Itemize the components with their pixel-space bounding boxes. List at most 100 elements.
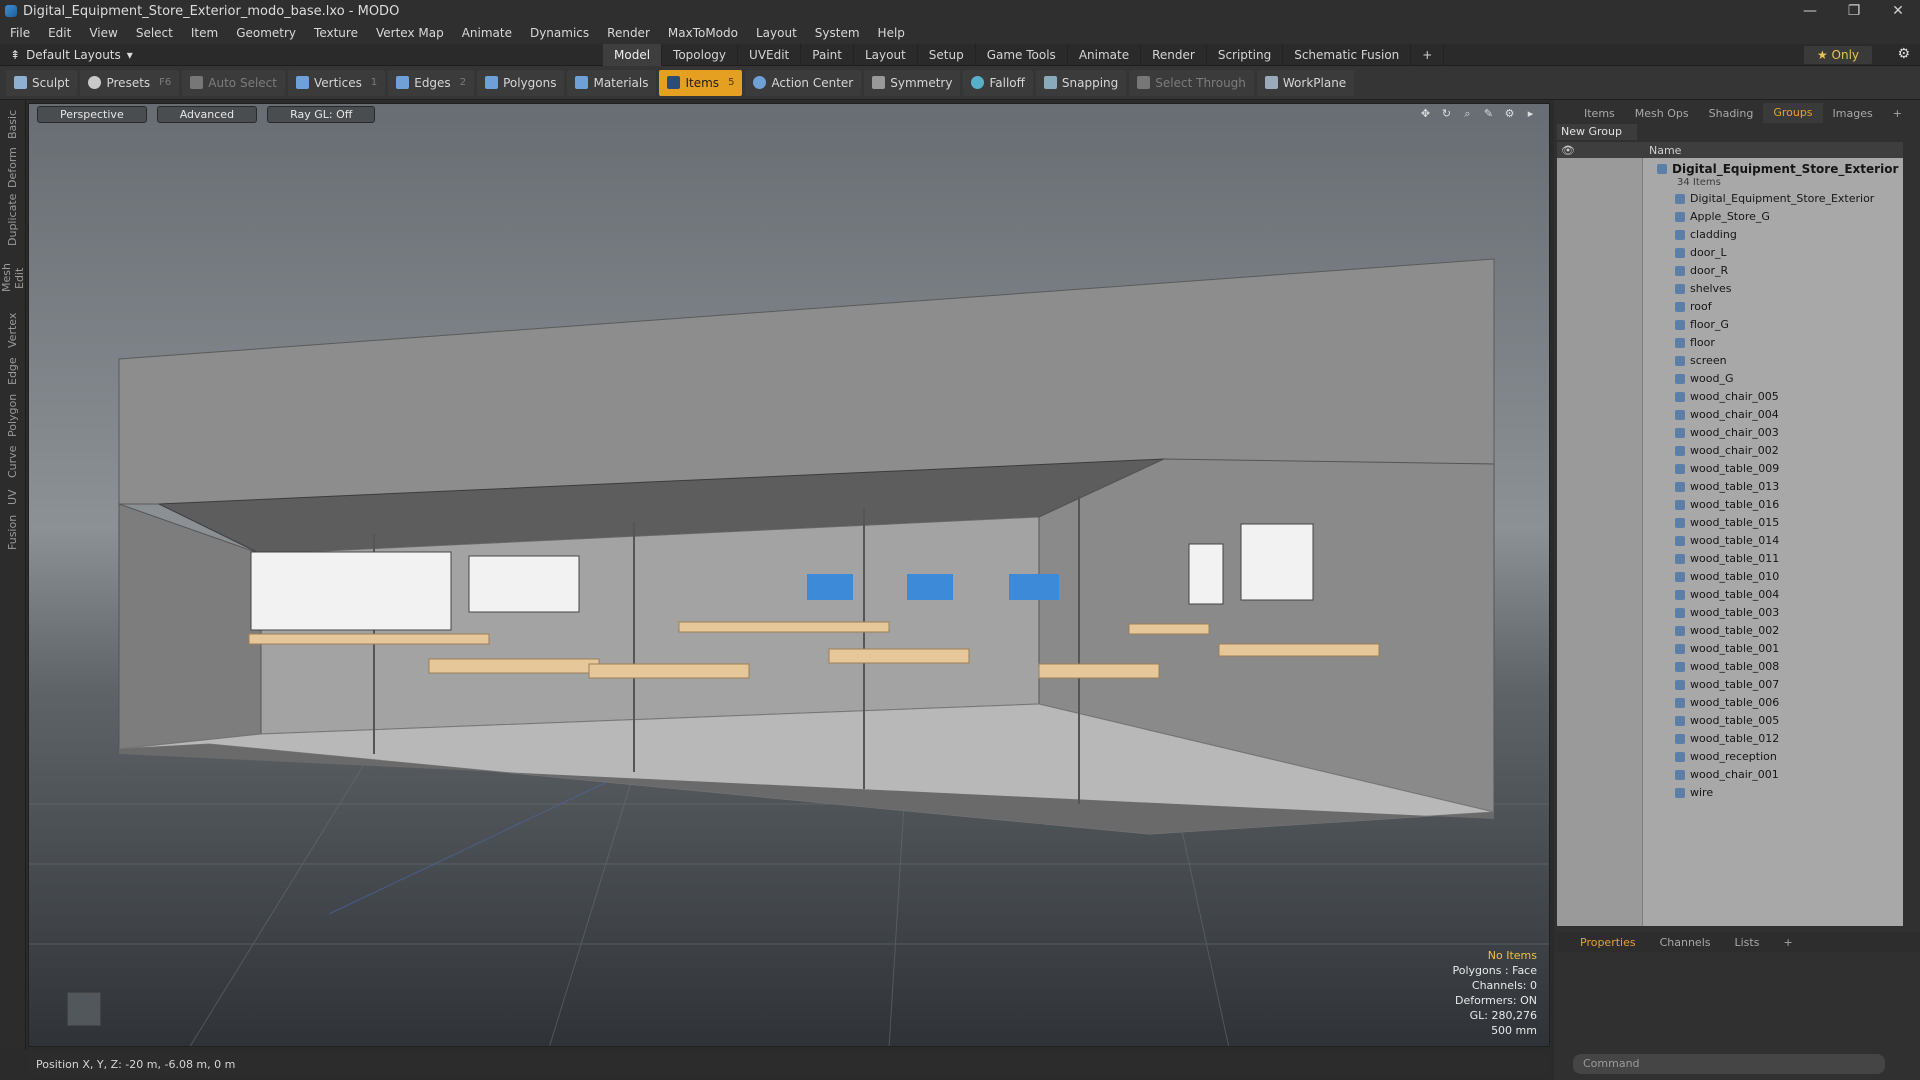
list-item[interactable]: wood_table_006 bbox=[1675, 694, 1779, 712]
groups-list[interactable]: Digital_Equipment_Store_Exterior 34 Item… bbox=[1557, 158, 1903, 926]
list-item[interactable]: wood_chair_002 bbox=[1675, 442, 1779, 460]
action-center-button[interactable]: Action Center bbox=[745, 69, 862, 96]
tab-uvedit[interactable]: UVEdit bbox=[738, 44, 802, 66]
tab-edge[interactable]: Edge bbox=[6, 356, 19, 386]
tab-channels[interactable]: Channels bbox=[1648, 936, 1723, 949]
only-button[interactable]: ★ Only bbox=[1804, 46, 1872, 64]
minimize-button[interactable]: — bbox=[1788, 0, 1832, 22]
menu-view[interactable]: View bbox=[89, 26, 117, 40]
menu-system[interactable]: System bbox=[815, 26, 860, 40]
list-item[interactable]: wood_table_016 bbox=[1675, 496, 1779, 514]
tab-properties[interactable]: Properties bbox=[1568, 936, 1648, 949]
tab-shading[interactable]: Shading bbox=[1699, 107, 1764, 120]
tab-uv[interactable]: UV bbox=[6, 486, 19, 508]
menu-layout[interactable]: Layout bbox=[756, 26, 797, 40]
list-item[interactable]: wire bbox=[1675, 784, 1713, 802]
list-item[interactable]: wood_chair_005 bbox=[1675, 388, 1779, 406]
advanced-dropdown[interactable]: Advanced bbox=[156, 106, 258, 123]
list-item[interactable]: wood_chair_003 bbox=[1675, 424, 1779, 442]
tab-mesh-edit[interactable]: Mesh Edit bbox=[0, 252, 26, 304]
maximize-button[interactable]: ❐ bbox=[1832, 0, 1876, 22]
command-input[interactable]: Command bbox=[1573, 1054, 1885, 1074]
add-tab-button[interactable]: + bbox=[1883, 107, 1912, 120]
snapping-button[interactable]: Snapping bbox=[1035, 69, 1127, 96]
tab-vertex[interactable]: Vertex bbox=[6, 310, 19, 350]
vertices-button[interactable]: Vertices 1 bbox=[287, 69, 386, 96]
tab-setup[interactable]: Setup bbox=[918, 44, 976, 66]
menu-geometry[interactable]: Geometry bbox=[236, 26, 296, 40]
menu-render[interactable]: Render bbox=[607, 26, 650, 40]
tab-model[interactable]: Model bbox=[603, 44, 663, 66]
list-item[interactable]: Apple_Store_G bbox=[1675, 208, 1770, 226]
list-item[interactable]: cladding bbox=[1675, 226, 1737, 244]
materials-button[interactable]: Materials bbox=[567, 69, 657, 96]
list-item[interactable]: wood_table_012 bbox=[1675, 730, 1779, 748]
tab-images[interactable]: Images bbox=[1823, 107, 1883, 120]
tab-game-tools[interactable]: Game Tools bbox=[976, 44, 1068, 66]
list-item[interactable]: wood_table_002 bbox=[1675, 622, 1779, 640]
new-group-button[interactable]: New Group bbox=[1557, 124, 1637, 140]
menu-texture[interactable]: Texture bbox=[314, 26, 358, 40]
tab-schematic-fusion[interactable]: Schematic Fusion bbox=[1283, 44, 1412, 66]
list-item[interactable]: wood_table_009 bbox=[1675, 460, 1779, 478]
list-item[interactable]: roof bbox=[1675, 298, 1712, 316]
falloff-button[interactable]: Falloff bbox=[963, 69, 1033, 96]
name-column-header[interactable]: Name bbox=[1649, 144, 1681, 157]
tab-curve[interactable]: Curve bbox=[6, 444, 19, 480]
presets-button[interactable]: Presets F6 bbox=[80, 69, 180, 96]
rotate-view-icon[interactable]: ↻ bbox=[1440, 107, 1453, 120]
menu-select[interactable]: Select bbox=[136, 26, 173, 40]
default-layouts-dropdown[interactable]: ⇞ Default Layouts ▾ bbox=[10, 48, 133, 62]
list-item[interactable]: floor bbox=[1675, 334, 1715, 352]
select-through-button[interactable]: Select Through bbox=[1129, 69, 1254, 96]
items-button[interactable]: Items 5 bbox=[659, 69, 743, 96]
3d-viewport[interactable]: Perspective Advanced Ray GL: Off ✥ ↻ ⌕ ✎… bbox=[28, 103, 1550, 1047]
gear-icon[interactable]: ⚙ bbox=[1897, 46, 1910, 62]
tab-deform[interactable]: Deform bbox=[6, 147, 19, 188]
list-item[interactable]: door_L bbox=[1675, 244, 1727, 262]
menu-animate[interactable]: Animate bbox=[462, 26, 512, 40]
list-item[interactable]: wood_table_013 bbox=[1675, 478, 1779, 496]
menu-edit[interactable]: Edit bbox=[48, 26, 71, 40]
tab-basic[interactable]: Basic bbox=[6, 106, 19, 142]
list-item[interactable]: wood_chair_001 bbox=[1675, 766, 1779, 784]
list-item[interactable]: wood_table_008 bbox=[1675, 658, 1779, 676]
list-item[interactable]: screen bbox=[1675, 352, 1727, 370]
list-item[interactable]: wood_chair_004 bbox=[1675, 406, 1779, 424]
tab-groups[interactable]: Groups bbox=[1763, 103, 1823, 123]
tab-scripting[interactable]: Scripting bbox=[1207, 44, 1284, 66]
menu-help[interactable]: Help bbox=[878, 26, 905, 40]
list-item[interactable]: wood_G bbox=[1675, 370, 1733, 388]
list-item[interactable]: door_R bbox=[1675, 262, 1728, 280]
tab-topology[interactable]: Topology bbox=[662, 44, 739, 66]
tab-duplicate[interactable]: Duplicate bbox=[6, 194, 19, 246]
list-item[interactable]: wood_table_010 bbox=[1675, 568, 1779, 586]
list-item[interactable]: wood_table_014 bbox=[1675, 532, 1779, 550]
move-view-icon[interactable]: ✥ bbox=[1419, 107, 1432, 120]
list-item[interactable]: wood_table_004 bbox=[1675, 586, 1779, 604]
list-item[interactable]: wood_reception bbox=[1675, 748, 1777, 766]
polygons-button[interactable]: Polygons bbox=[477, 69, 565, 96]
brush-view-icon[interactable]: ✎ bbox=[1482, 107, 1495, 120]
menu-maxtomodo[interactable]: MaxToModo bbox=[668, 26, 738, 40]
list-item[interactable]: wood_table_015 bbox=[1675, 514, 1779, 532]
visibility-icon[interactable]: 👁 bbox=[1561, 144, 1575, 157]
tab-lists[interactable]: Lists bbox=[1723, 936, 1772, 949]
tab-polygon[interactable]: Polygon bbox=[6, 392, 19, 438]
menu-file[interactable]: File bbox=[10, 26, 30, 40]
menu-item[interactable]: Item bbox=[191, 26, 218, 40]
list-item[interactable]: wood_table_007 bbox=[1675, 676, 1779, 694]
close-button[interactable]: ✕ bbox=[1876, 0, 1920, 22]
list-item[interactable]: Digital_Equipment_Store_Exterior bbox=[1675, 190, 1874, 208]
add-layout-tab-button[interactable]: + bbox=[1411, 44, 1445, 66]
play-icon[interactable]: ▸ bbox=[1524, 107, 1537, 120]
list-item[interactable]: shelves bbox=[1675, 280, 1732, 298]
auto-select-button[interactable]: Auto Select bbox=[182, 69, 285, 96]
tab-mesh-ops[interactable]: Mesh Ops bbox=[1625, 107, 1699, 120]
tab-animate[interactable]: Animate bbox=[1068, 44, 1142, 66]
list-item[interactable]: wood_table_005 bbox=[1675, 712, 1779, 730]
workplane-button[interactable]: WorkPlane bbox=[1256, 69, 1355, 96]
edges-button[interactable]: Edges 2 bbox=[388, 69, 475, 96]
tab-paint[interactable]: Paint bbox=[801, 44, 854, 66]
zoom-view-icon[interactable]: ⌕ bbox=[1461, 107, 1474, 120]
